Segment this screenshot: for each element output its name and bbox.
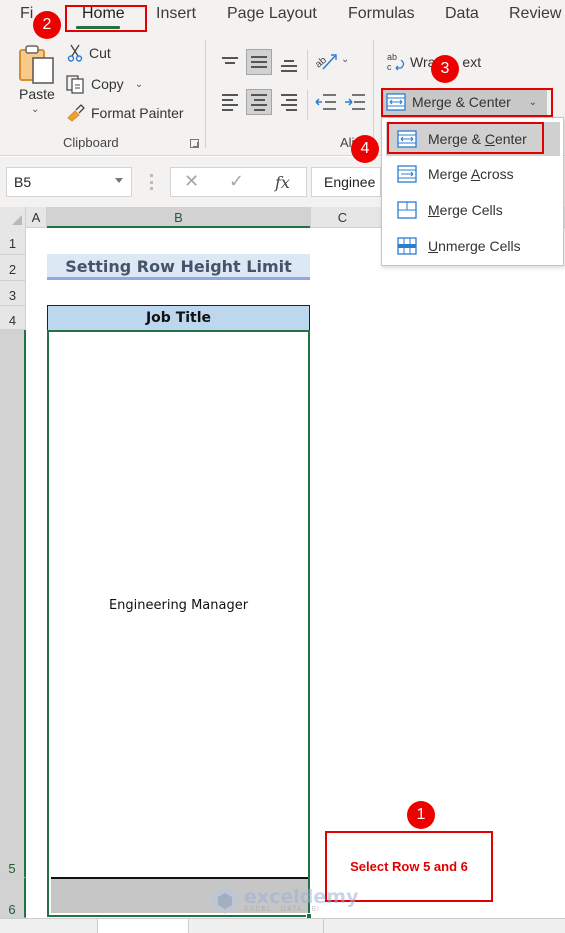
column-header-a[interactable]: A — [26, 207, 47, 228]
formula-buttons: ✕ ✓ fx — [170, 167, 307, 197]
column-header-c[interactable]: C — [310, 207, 374, 228]
tab-page-layout[interactable]: Page Layout — [227, 5, 317, 23]
scissors-icon — [67, 44, 83, 62]
step-badge-3: 3 — [431, 55, 459, 83]
merged-cell-b5[interactable]: Engineering Manager — [47, 330, 310, 917]
tab-data[interactable]: Data — [445, 5, 479, 23]
sheet-nav-area[interactable] — [0, 919, 98, 933]
title-cell-b2[interactable]: Setting Row Height Limit — [47, 254, 310, 280]
sheet-tab[interactable] — [188, 919, 324, 933]
bottom-align-button[interactable] — [276, 53, 302, 79]
column-header-b[interactable]: B — [47, 207, 310, 228]
row-header-2[interactable]: 2 — [0, 255, 26, 281]
align-divider — [307, 90, 308, 120]
select-all-corner[interactable] — [0, 207, 26, 228]
group-divider — [205, 40, 206, 148]
row-header-5[interactable]: 5 — [0, 330, 26, 878]
step-badge-1: 1 — [407, 801, 435, 829]
cut-label: Cut — [89, 45, 111, 61]
align-divider — [307, 50, 308, 80]
header-cell-b4[interactable]: Job Title — [47, 305, 310, 331]
row-header-4[interactable]: 4 — [0, 306, 26, 330]
tab-review[interactable]: Review — [509, 5, 561, 23]
merge-cells-icon — [397, 201, 417, 219]
copy-label: Copy — [91, 76, 124, 92]
orientation-icon: ab — [313, 54, 337, 71]
row-header-6[interactable]: 6 — [0, 878, 26, 918]
tab-insert[interactable]: Insert — [156, 5, 196, 23]
formula-bar-resize-handle[interactable] — [150, 174, 153, 190]
menu-item-label: Merge Cells — [428, 202, 503, 218]
copy-button[interactable]: Copy ⌄ — [66, 74, 143, 94]
wrap-text-label-end: ext — [462, 54, 482, 70]
decrease-indent-icon[interactable] — [315, 93, 337, 111]
home-tab-highlight — [65, 5, 147, 32]
merge-across-icon — [397, 165, 417, 183]
row-header-3[interactable]: 3 — [0, 281, 26, 306]
paste-dropdown-chevron-icon[interactable]: ⌄ — [31, 104, 39, 115]
paste-button[interactable]: Paste — [19, 86, 55, 102]
enter-check-icon[interactable]: ✓ — [229, 171, 244, 192]
step-badge-2: 2 — [33, 11, 61, 39]
orientation-button[interactable]: ab ⌄ — [313, 52, 349, 75]
wrap-text-icon: ab c — [387, 52, 405, 72]
align-right-button[interactable] — [276, 89, 302, 115]
clipboard-group-label: Clipboard — [63, 135, 119, 150]
orientation-chevron-icon[interactable]: ⌄ — [341, 54, 349, 65]
exceldemy-watermark: exceldemy EXCEL · DATA · BI — [210, 885, 360, 915]
tab-formulas[interactable]: Formulas — [348, 5, 415, 23]
svg-text:c: c — [387, 62, 392, 72]
sheet-tab-bar — [0, 918, 565, 933]
exceldemy-logo-icon — [212, 887, 238, 914]
format-painter-brush-icon — [67, 104, 85, 122]
copy-dropdown-chevron-icon[interactable]: ⌄ — [135, 79, 143, 90]
name-box-value: B5 — [14, 174, 32, 190]
format-painter-button[interactable]: Format Painter — [66, 104, 184, 122]
menu-item-merge-cells[interactable]: Merge Cells — [382, 193, 563, 227]
menu-item-unmerge-cells[interactable]: Unmerge Cells — [382, 229, 563, 263]
svg-text:ab: ab — [387, 52, 397, 62]
name-box-dropdown-icon[interactable] — [115, 178, 123, 183]
step-badge-4: 4 — [351, 135, 379, 163]
middle-align-button[interactable] — [246, 49, 272, 75]
copy-icon — [66, 75, 84, 94]
increase-indent-icon[interactable] — [344, 93, 366, 111]
name-box[interactable]: B5 — [6, 167, 132, 197]
merge-dropdown-menu: Merge & Center Merge Across Merge Cells … — [381, 117, 564, 266]
svg-text:ab: ab — [315, 55, 329, 71]
merged-cell-value: Engineering Manager — [108, 598, 249, 613]
watermark-brand: exceldemy — [244, 885, 359, 908]
insert-function-icon[interactable]: fx — [275, 173, 290, 192]
merge-button-highlight — [381, 88, 553, 117]
menu-item-label: Merge Across — [428, 166, 514, 182]
top-align-button[interactable] — [217, 49, 243, 75]
tab-file[interactable]: Fi — [20, 5, 33, 23]
menu-item-merge-across[interactable]: Merge Across — [382, 157, 563, 191]
cancel-icon[interactable]: ✕ — [184, 171, 199, 192]
align-left-button[interactable] — [217, 89, 243, 115]
clipboard-dialog-launcher-icon[interactable] — [190, 139, 199, 148]
row-header-1[interactable]: 1 — [0, 228, 26, 255]
format-painter-label: Format Painter — [91, 105, 184, 121]
sheet-tab-active[interactable] — [98, 919, 188, 933]
align-center-button[interactable] — [246, 89, 272, 115]
formula-input[interactable]: Enginee — [311, 167, 381, 197]
cut-button[interactable]: Cut — [66, 44, 111, 62]
paste-icon[interactable] — [18, 44, 58, 84]
menu-item-label: Unmerge Cells — [428, 238, 521, 254]
unmerge-cells-icon — [397, 237, 417, 255]
menu-item-highlight — [387, 122, 544, 154]
group-divider — [373, 40, 374, 148]
